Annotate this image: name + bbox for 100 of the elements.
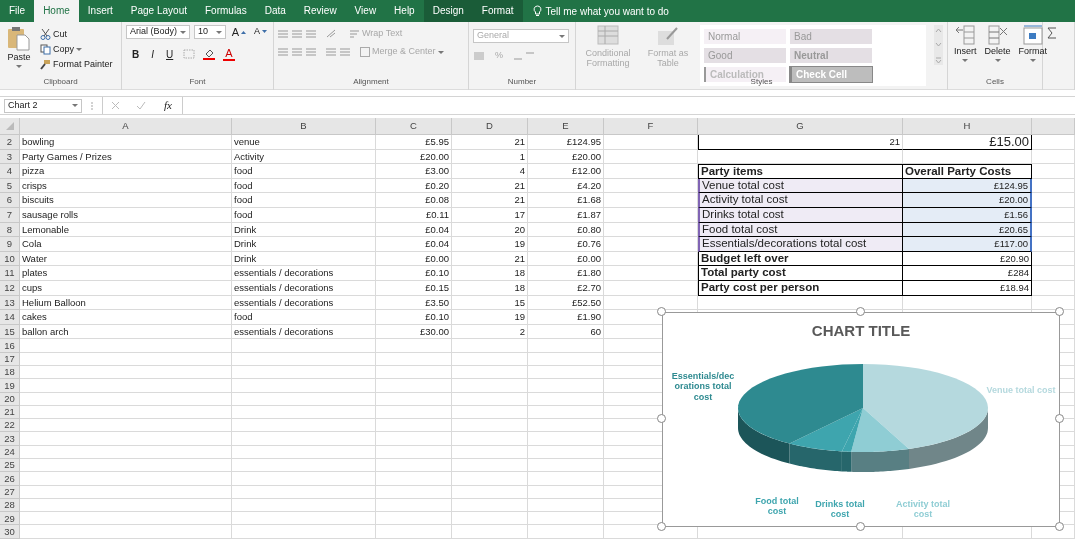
grow-font-button[interactable]: A [229, 25, 248, 39]
select-all-icon[interactable] [5, 122, 14, 130]
resize-handle[interactable] [657, 522, 666, 531]
table-cell: 18 [452, 266, 528, 281]
ribbon-tab[interactable]: Design [423, 0, 473, 22]
ribbon-tab[interactable]: Insert [78, 0, 122, 22]
table-cell: Party items [698, 164, 903, 179]
fill-color-icon[interactable] [203, 48, 216, 61]
row-header[interactable]: 22 [0, 419, 20, 433]
table-cell: Budget left over [698, 251, 903, 267]
row-header[interactable]: 30 [0, 525, 20, 539]
column-header[interactable]: D [452, 118, 528, 135]
table-cell: £5.95 [376, 135, 452, 150]
column-header[interactable]: H [903, 118, 1032, 135]
cancel-icon[interactable] [111, 101, 120, 110]
paste-button[interactable]: Paste [4, 25, 34, 70]
table-cell: £0.00 [376, 251, 452, 267]
row-header[interactable]: 16 [0, 339, 20, 353]
align-center-icon [278, 47, 318, 57]
ribbon-tab[interactable]: Home [34, 0, 79, 22]
ribbon-tab[interactable]: File [0, 0, 35, 22]
resize-handle[interactable] [1055, 307, 1064, 316]
cells-button[interactable]: Delete [982, 25, 1013, 62]
row-header[interactable]: 9 [0, 237, 20, 252]
align-top-icon [278, 29, 318, 39]
table-cell: £124.95 [528, 135, 604, 150]
row-header[interactable]: 29 [0, 512, 20, 526]
insert-function-button[interactable]: fx [162, 99, 174, 112]
ribbon-tab[interactable]: Data [255, 0, 295, 22]
table-cell: plates [20, 266, 232, 281]
table-cell: £0.10 [376, 266, 452, 281]
column-header[interactable]: B [232, 118, 376, 135]
font-style-button[interactable]: I [149, 48, 156, 60]
row-header[interactable]: 14 [0, 310, 20, 325]
cells-button[interactable]: Format [1016, 25, 1050, 62]
table-cell: Water [20, 251, 232, 267]
shrink-font-button[interactable]: A [252, 27, 269, 37]
resize-handle[interactable] [1055, 414, 1064, 423]
font-style-button[interactable]: U [164, 48, 176, 60]
ribbon-tab[interactable]: Formulas [196, 0, 256, 22]
column-header[interactable]: F [604, 118, 698, 135]
column-header[interactable] [1032, 118, 1075, 135]
table-cell: Helium Balloon [20, 295, 232, 311]
caret-icon [437, 50, 444, 54]
resize-handle[interactable] [657, 307, 666, 316]
table-cell: cups [20, 280, 232, 296]
enter-icon[interactable] [136, 101, 146, 110]
caret-icon [72, 104, 78, 107]
format-painter-button[interactable]: Format Painter [38, 59, 115, 70]
resize-handle[interactable] [856, 307, 865, 316]
row-header[interactable]: 6 [0, 193, 20, 208]
resize-handle[interactable] [657, 414, 666, 423]
table-brush-icon [657, 25, 679, 47]
column-header[interactable]: E [528, 118, 604, 135]
resize-handle[interactable] [856, 522, 865, 531]
copy-button[interactable]: Copy [38, 44, 115, 55]
table-grid-icon [597, 25, 619, 47]
table-cell: £20.90 [903, 251, 1032, 267]
ribbon-tab[interactable]: Review [294, 0, 346, 22]
font-style-button[interactable]: B [130, 48, 142, 60]
row-header[interactable]: 26 [0, 472, 20, 486]
caret-icon [76, 48, 82, 51]
font-size-field[interactable]: 10 [193, 25, 226, 39]
cut-button[interactable]: Cut [38, 29, 115, 40]
search-prompt[interactable]: Tell me what you want to do [545, 3, 669, 19]
ribbon-tab[interactable]: Format [472, 0, 523, 22]
table-cell: 1 [452, 149, 528, 165]
cells-button[interactable]: Insert [952, 25, 979, 62]
resize-handle[interactable] [1055, 522, 1064, 531]
table-cell: Activity total cost [698, 193, 903, 208]
table-cell: 18 [452, 280, 528, 296]
column-header[interactable]: G [698, 118, 903, 135]
table-cell: food [232, 310, 376, 325]
table-cell: 21 [452, 251, 528, 267]
name-box[interactable]: Chart 2 [4, 98, 82, 113]
row-header[interactable]: 2 [0, 135, 20, 150]
table-cell: food [232, 164, 376, 179]
table-cell: £15.00 [903, 135, 1032, 150]
row-header[interactable]: 4 [0, 164, 20, 179]
table-cell: 21 [452, 193, 528, 208]
font-color-button[interactable]: A [223, 47, 235, 62]
table-cell: £1.80 [528, 266, 604, 281]
ribbon-tab[interactable]: Page Layout [121, 0, 196, 22]
table-cell: £0.00 [528, 251, 604, 267]
scissors-icon [40, 29, 51, 40]
table-cell: crisps [20, 178, 232, 194]
chart-title: CHART TITLE [811, 321, 911, 341]
table-cell: Party Games / Prizes [20, 149, 232, 165]
column-header[interactable]: A [20, 118, 232, 135]
row-header[interactable]: 23 [0, 432, 20, 446]
ribbon-tab[interactable]: View [345, 0, 386, 22]
table-cell: £20.00 [528, 149, 604, 165]
row-header[interactable]: 11 [0, 266, 20, 281]
chart-area[interactable]: CHART TITLE Essentials/decorations total cost Venue total cost Food total cost Drinks total cost Activity total cost [662, 312, 1060, 527]
font-name-field[interactable]: Arial (Body) [126, 25, 190, 39]
format-cells-icon [1022, 25, 1043, 45]
ribbon-tab[interactable]: Help [385, 0, 424, 22]
table-cell: Overall Party Costs [903, 164, 1032, 179]
row-header[interactable]: 19 [0, 379, 20, 393]
column-header[interactable]: C [376, 118, 452, 135]
